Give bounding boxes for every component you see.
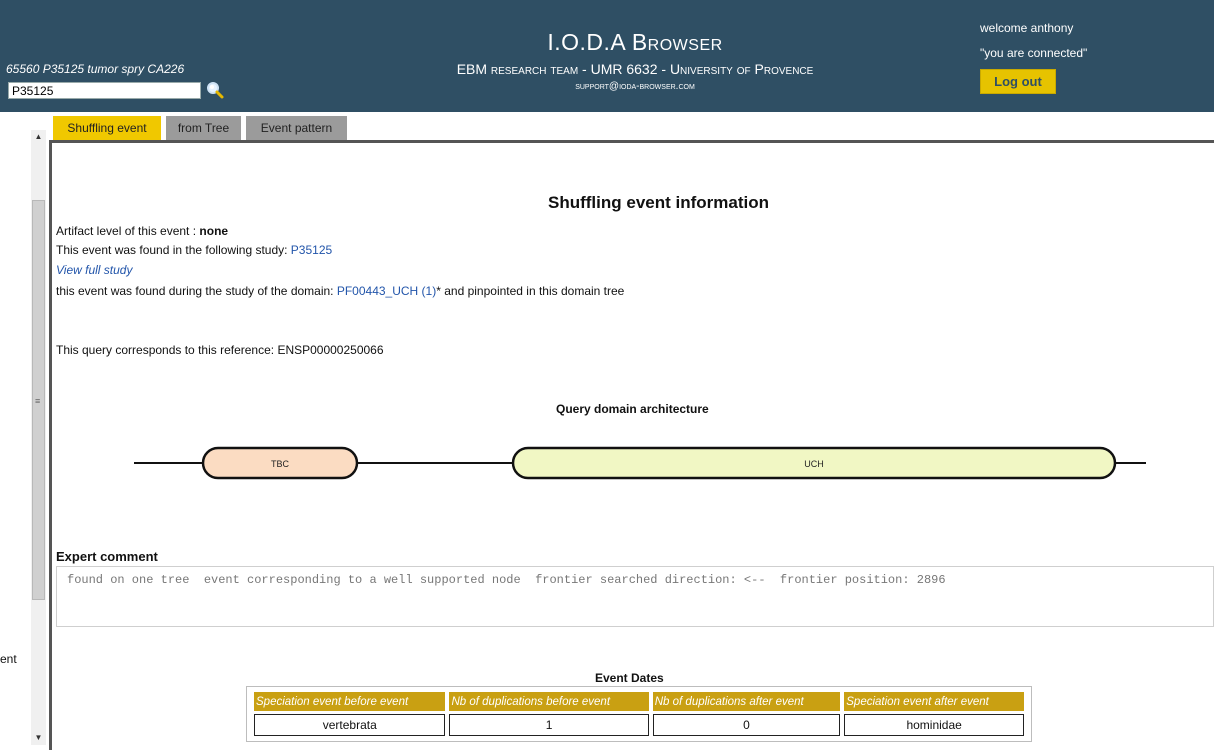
artifact-line: Artifact level of this event : none bbox=[56, 224, 228, 238]
domain-suffix: * and pinpointed in this domain tree bbox=[436, 284, 625, 298]
search-icon[interactable] bbox=[205, 80, 225, 100]
grip-icon: ≡ bbox=[35, 396, 41, 406]
domain-tbc-label: TBC bbox=[271, 459, 290, 469]
domain-label: this event was found during the study of… bbox=[56, 284, 337, 298]
table-header-row: Speciation event before event Nb of dupl… bbox=[254, 692, 1024, 711]
col-speciation-after: Speciation event after event bbox=[844, 692, 1024, 711]
query-reference: This query corresponds to this reference… bbox=[56, 343, 384, 357]
expert-comment-field[interactable]: found on one tree event corresponding to… bbox=[56, 566, 1214, 627]
study-line: 65560 P35125 tumor spry CA226 bbox=[6, 62, 185, 76]
scroll-up-icon[interactable]: ▲ bbox=[31, 130, 46, 144]
architecture-title: Query domain architecture bbox=[556, 402, 709, 416]
event-dates-table: Speciation event before event Nb of dupl… bbox=[246, 686, 1032, 742]
domain-link[interactable]: PF00443_UCH (1) bbox=[337, 284, 436, 298]
left-sidebar-fragment: ent bbox=[0, 652, 17, 666]
tab-from-tree[interactable]: from Tree bbox=[166, 116, 241, 140]
cell-dup-after: 0 bbox=[652, 714, 841, 736]
col-speciation-before: Speciation event before event bbox=[254, 692, 446, 711]
title-block: I.O.D.A Browser EBM research team - UMR … bbox=[330, 28, 940, 92]
domain-line: this event was found during the study of… bbox=[56, 284, 624, 298]
domain-architecture-diagram: TBC UCH bbox=[134, 446, 1146, 480]
logout-button[interactable]: Log out bbox=[980, 69, 1056, 94]
table-row: vertebrata 1 0 hominidae bbox=[254, 714, 1024, 736]
vertical-scrollbar[interactable]: ▲ ≡ ▼ bbox=[31, 130, 46, 745]
connection-status: "you are connected" bbox=[980, 46, 1088, 60]
artifact-label: Artifact level of this event : bbox=[56, 224, 200, 238]
study-link[interactable]: P35125 bbox=[291, 243, 332, 257]
search-input[interactable]: P35125 bbox=[8, 82, 201, 99]
tab-shuffling-event[interactable]: Shuffling event bbox=[53, 116, 161, 140]
study-label: This event was found in the following st… bbox=[56, 243, 291, 257]
expert-comment-label: Expert comment bbox=[56, 549, 158, 564]
cell-dup-before: 1 bbox=[449, 714, 649, 736]
domain-uch-label: UCH bbox=[804, 459, 824, 469]
welcome-text: welcome anthony bbox=[980, 21, 1074, 35]
scroll-down-icon[interactable]: ▼ bbox=[31, 731, 46, 745]
app-title: I.O.D.A Browser bbox=[547, 29, 723, 55]
app-subtitle: EBM research team - UMR 6632 - Universit… bbox=[456, 61, 814, 77]
tab-event-pattern[interactable]: Event pattern bbox=[246, 116, 347, 140]
col-dup-before: Nb of duplications before event bbox=[449, 692, 649, 711]
view-full-study-link[interactable]: View full study bbox=[56, 263, 132, 277]
page-title: Shuffling event information bbox=[548, 193, 769, 212]
header-bar: 65560 P35125 tumor spry CA226 P35125 I.O… bbox=[0, 0, 1214, 112]
study-line-info: This event was found in the following st… bbox=[56, 243, 332, 257]
event-dates-title: Event Dates bbox=[595, 671, 664, 685]
support-email[interactable]: support@ioda-browser.com bbox=[330, 81, 940, 92]
scroll-thumb[interactable]: ≡ bbox=[32, 200, 45, 600]
col-dup-after: Nb of duplications after event bbox=[652, 692, 841, 711]
artifact-value: none bbox=[199, 224, 229, 238]
cell-speciation-before: vertebrata bbox=[254, 714, 446, 736]
cell-speciation-after: hominidae bbox=[844, 714, 1024, 736]
